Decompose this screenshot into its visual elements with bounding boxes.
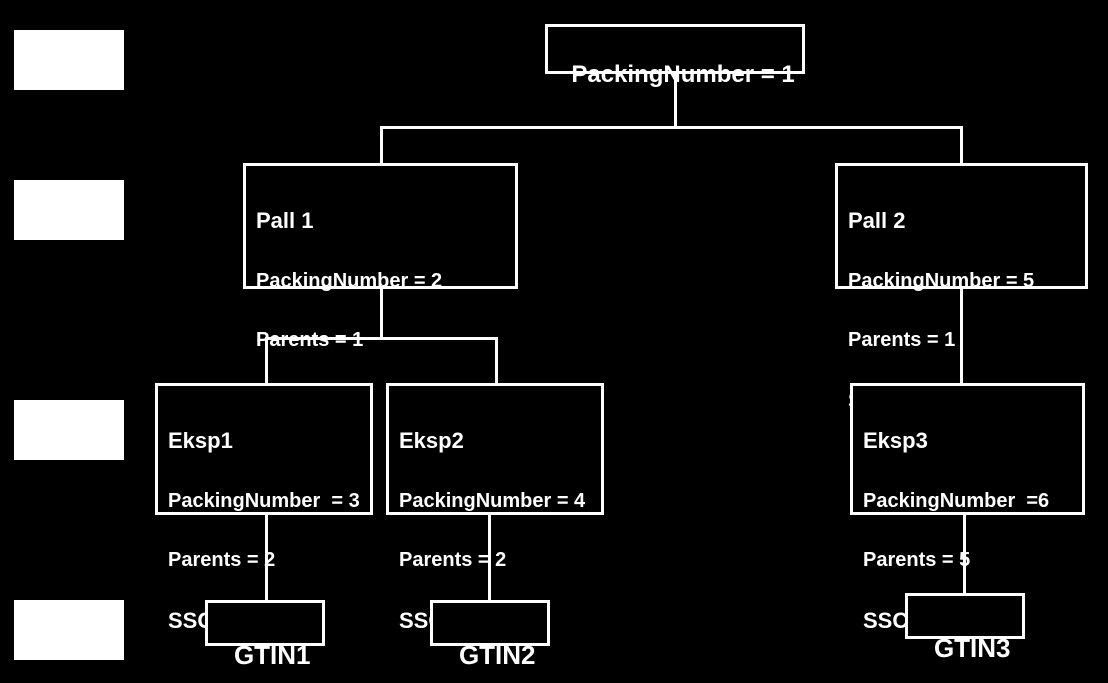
root-node: PackingNumber = 1 <box>545 24 805 74</box>
eksp-2-packing: PackingNumber = 4 <box>399 490 591 513</box>
eksp-3-packing: PackingNumber =6 <box>863 490 1072 513</box>
connector <box>265 515 268 600</box>
eksp-1-packing: PackingNumber = 3 <box>168 490 360 513</box>
connector <box>380 289 383 337</box>
connector <box>380 126 962 129</box>
row-marker-4 <box>14 600 124 660</box>
connector <box>960 289 963 383</box>
gtin-1-node: GTIN1 <box>205 600 325 646</box>
eksp-1-node: Eksp1 PackingNumber = 3 Parents = 2 SSCC… <box>155 383 373 515</box>
connector <box>963 515 966 593</box>
gtin-3-label: GTIN3 <box>934 633 1011 663</box>
gtin-2-node: GTIN2 <box>430 600 550 646</box>
connector <box>960 126 963 163</box>
pallet-2-title: Pall 2 <box>848 208 1075 234</box>
eksp-2-parents: Parents = 2 <box>399 549 591 572</box>
connector <box>380 126 383 163</box>
connector <box>265 337 268 383</box>
eksp-3-node: Eksp3 PackingNumber =6 Parents = 5 SSCC5 <box>850 383 1085 515</box>
gtin-2-label: GTIN2 <box>459 640 536 670</box>
row-marker-1 <box>14 30 124 90</box>
pallet-1-title: Pall 1 <box>256 208 505 234</box>
root-label: PackingNumber = 1 <box>571 61 794 88</box>
eksp-1-title: Eksp1 <box>168 428 360 454</box>
gtin-1-label: GTIN1 <box>234 640 311 670</box>
row-marker-2 <box>14 180 124 240</box>
eksp-2-node: Eksp2 PackingNumber = 4 Parents = 2 SSCC… <box>386 383 604 515</box>
gtin-3-node: GTIN3 <box>905 593 1025 639</box>
connector <box>265 337 498 340</box>
pallet-1-node: Pall 1 PackingNumber = 2 Parents = 1 SSC… <box>243 163 518 289</box>
connector <box>488 515 491 600</box>
eksp-3-title: Eksp3 <box>863 428 1072 454</box>
connector <box>674 74 677 126</box>
eksp-1-parents: Parents = 2 <box>168 549 360 572</box>
pallet-2-node: Pall 2 PackingNumber = 5 Parents = 1 SSC… <box>835 163 1088 289</box>
connector <box>495 337 498 383</box>
eksp-2-title: Eksp2 <box>399 428 591 454</box>
eksp-3-parents: Parents = 5 <box>863 549 1072 572</box>
row-marker-3 <box>14 400 124 460</box>
